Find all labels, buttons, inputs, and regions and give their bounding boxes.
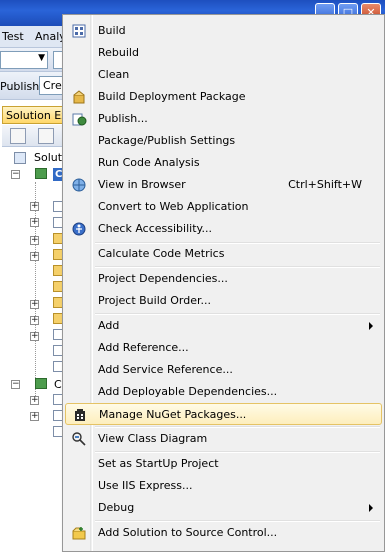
solution-icon [14, 152, 26, 164]
show-all-files-icon[interactable] [38, 128, 54, 144]
web-project-icon [35, 168, 47, 179]
menu-item-add-reference[interactable]: Add Reference... [65, 337, 382, 359]
tree-expander[interactable]: + [30, 202, 39, 211]
menu-item-label: Manage NuGet Packages... [99, 408, 247, 421]
menu-item-label: Add Service Reference... [98, 363, 233, 376]
publish-label: Publish: [0, 80, 43, 93]
menu-item-add[interactable]: Add [65, 315, 382, 337]
tree-expander[interactable]: + [30, 218, 39, 227]
solution-tree: Soluti − C + + + + + + + − C + + [2, 148, 66, 552]
menu-item-label: Add Solution to Source Control... [98, 526, 278, 539]
menu-item-label: Project Build Order... [98, 294, 211, 307]
menu-item-view-in-browser[interactable]: View in Browser Ctrl+Shift+W [65, 174, 382, 196]
menu-item-run-code-analysis[interactable]: Run Code Analysis [65, 152, 382, 174]
menu-item-label: Check Accessibility... [98, 222, 212, 235]
chevron-down-icon: ▼ [38, 53, 45, 63]
menu-item-label: Package/Publish Settings [98, 134, 236, 147]
menu-item-build-deployment-package[interactable]: Build Deployment Package [65, 86, 382, 108]
solution-explorer-tab[interactable]: Solution Exp [2, 106, 66, 124]
submenu-arrow-icon [369, 504, 373, 512]
project-context-menu: Build Rebuild Clean Build Deployment Pac… [62, 14, 385, 552]
menu-item-label: Convert to Web Application [98, 200, 249, 213]
accessibility-icon [72, 222, 86, 236]
menu-item-label: Add Reference... [98, 341, 189, 354]
project-collapse-toggle[interactable]: − [11, 170, 20, 179]
menu-item-label: Add Deployable Dependencies... [98, 385, 278, 398]
menu-item-label: Set as StartUp Project [98, 457, 219, 470]
menu-item-project-dependencies[interactable]: Project Dependencies... [65, 268, 382, 290]
publish-icon [72, 113, 87, 126]
menu-item-label: Rebuild [98, 46, 139, 59]
browser-icon [72, 178, 86, 192]
build-icon [72, 24, 86, 38]
web-project-icon [35, 378, 47, 389]
menu-item-add-service-reference[interactable]: Add Service Reference... [65, 359, 382, 381]
nuget-icon [75, 409, 85, 421]
menu-item-convert-to-web-application[interactable]: Convert to Web Application [65, 196, 382, 218]
menu-item-add-solution-to-source-control[interactable]: Add Solution to Source Control... [65, 522, 382, 544]
menu-item-label: Use IIS Express... [98, 479, 193, 492]
tree-expander[interactable]: + [30, 412, 39, 421]
menu-item-label: Calculate Code Metrics [98, 247, 225, 260]
menu-item-use-iis-express[interactable]: Use IIS Express... [65, 475, 382, 497]
menu-item-label: Clean [98, 68, 130, 81]
menu-item-label: Publish... [98, 112, 148, 125]
menu-item-label: View Class Diagram [98, 432, 208, 445]
solution-explorer-toolbar [2, 125, 66, 147]
menu-test[interactable]: Test [2, 30, 24, 43]
menu-item-check-accessibility[interactable]: Check Accessibility... [65, 218, 382, 240]
menu-item-label: Project Dependencies... [98, 272, 228, 285]
menu-item-add-deployable-dependencies[interactable]: Add Deployable Dependencies... [65, 381, 382, 403]
menu-item-debug[interactable]: Debug [65, 497, 382, 519]
menu-item-rebuild[interactable]: Rebuild [65, 42, 382, 64]
menu-item-label: View in Browser [98, 178, 186, 191]
config-combo[interactable]: ▼ [0, 51, 48, 69]
tree-line [35, 182, 36, 402]
tree-expander[interactable]: + [30, 316, 39, 325]
menu-item-build[interactable]: Build [65, 20, 382, 42]
menu-item-set-as-startup-project[interactable]: Set as StartUp Project [65, 453, 382, 475]
menu-item-label: Build [98, 24, 126, 37]
menu-item-clean[interactable]: Clean [65, 64, 382, 86]
menu-item-publish[interactable]: Publish... [65, 108, 382, 130]
project-collapse-toggle[interactable]: − [11, 380, 20, 389]
menu-item-manage-nuget-packages[interactable]: Manage NuGet Packages... [65, 403, 382, 425]
menu-item-label: Debug [98, 501, 135, 514]
menu-item-project-build-order[interactable]: Project Build Order... [65, 290, 382, 312]
tree-expander[interactable]: + [30, 236, 39, 245]
source-control-icon [72, 527, 86, 540]
submenu-arrow-icon [369, 322, 373, 330]
menu-item-calculate-code-metrics[interactable]: Calculate Code Metrics [65, 243, 382, 265]
tree-expander[interactable]: + [30, 332, 39, 341]
deployment-package-icon [73, 90, 85, 104]
properties-icon[interactable] [10, 128, 26, 144]
menu-item-label: Run Code Analysis [98, 156, 200, 169]
second-project-label[interactable]: C [54, 378, 62, 391]
shortcut-label: Ctrl+Shift+W [288, 178, 362, 191]
menu-item-label: Build Deployment Package [98, 90, 246, 103]
solution-root-label[interactable]: Soluti [34, 151, 65, 164]
tree-expander[interactable]: + [30, 396, 39, 405]
class-diagram-icon [72, 432, 86, 446]
tree-expander[interactable]: + [30, 252, 39, 261]
menu-item-package-publish-settings[interactable]: Package/Publish Settings [65, 130, 382, 152]
menu-item-view-class-diagram[interactable]: View Class Diagram [65, 428, 382, 450]
tree-expander[interactable]: + [30, 300, 39, 309]
menu-item-label: Add [98, 319, 120, 332]
